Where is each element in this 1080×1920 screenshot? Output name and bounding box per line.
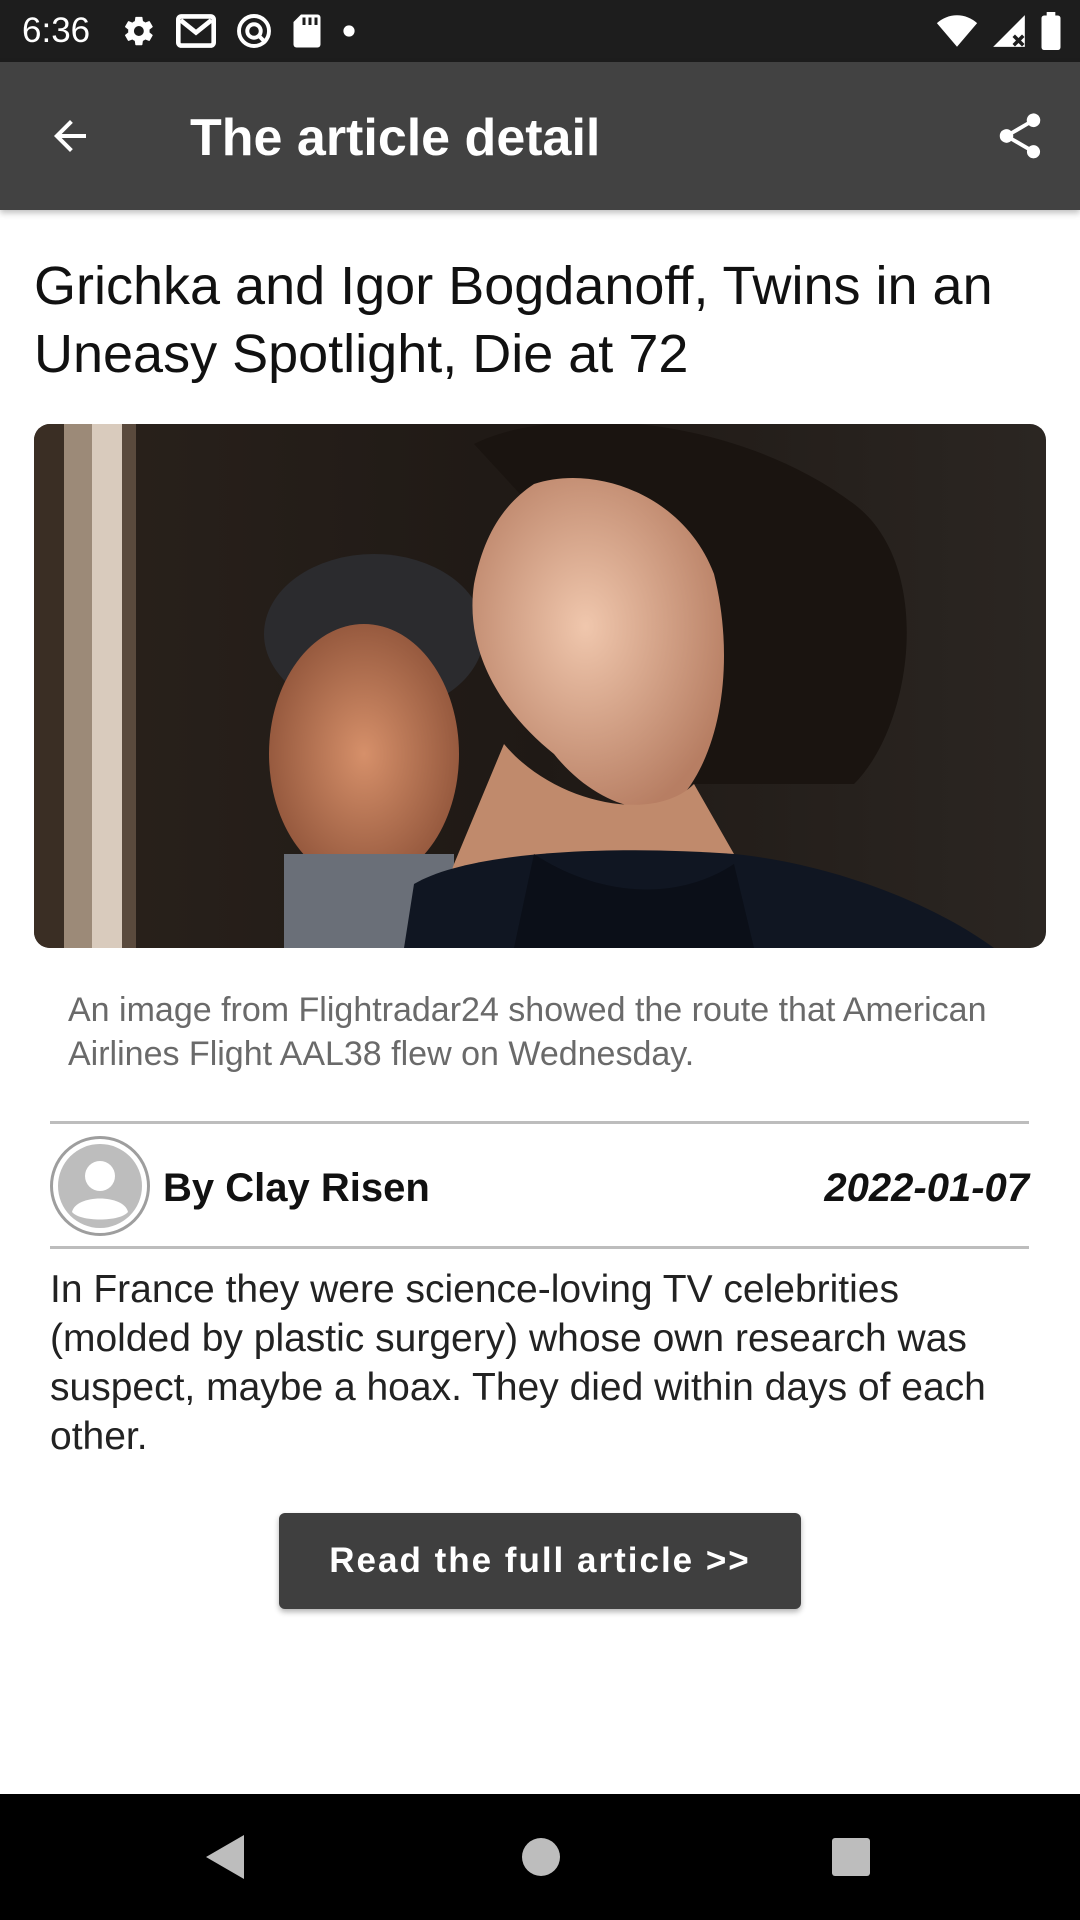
- gmail-icon: [176, 14, 216, 48]
- settings-icon: [122, 14, 156, 48]
- back-button[interactable]: [38, 106, 102, 170]
- wifi-icon: [936, 13, 978, 49]
- author-avatar: [50, 1136, 150, 1236]
- signal-icon: [990, 12, 1028, 50]
- nav-home-button[interactable]: [506, 1822, 576, 1892]
- share-button[interactable]: [988, 106, 1052, 170]
- share-icon: [993, 109, 1047, 168]
- status-bar: 6:36: [0, 0, 1080, 62]
- article-summary: In France they were science-loving TV ce…: [50, 1268, 986, 1458]
- sd-card-icon: [292, 13, 322, 49]
- article-image: [34, 424, 1046, 948]
- author-name: By Clay Risen: [163, 1166, 430, 1210]
- recents-square-icon: [832, 1838, 870, 1876]
- divider: [50, 1246, 1029, 1249]
- app-bar: The article detail: [0, 62, 1080, 210]
- navigation-bar: [0, 1794, 1080, 1920]
- article-title: Grichka and Igor Bogdanoff, Twins in an …: [34, 256, 993, 384]
- divider: [50, 1121, 1029, 1124]
- status-icons-right: [924, 10, 1062, 52]
- publish-date: 2022-01-07: [824, 1166, 1029, 1210]
- battery-icon: [1040, 12, 1062, 50]
- vpn-icon: [236, 13, 272, 49]
- user-placeholder-icon: [58, 1144, 142, 1228]
- image-caption: An image from Flightradar24 showed the r…: [68, 991, 987, 1073]
- nav-back-button[interactable]: [190, 1822, 260, 1892]
- status-icons-left: [122, 12, 376, 50]
- read-full-article-button[interactable]: Read the full article >>: [279, 1513, 801, 1609]
- status-time: 6:36: [22, 11, 91, 50]
- home-circle-icon: [522, 1838, 560, 1876]
- dot-icon: [342, 24, 356, 38]
- app-bar-title: The article detail: [190, 109, 601, 167]
- back-triangle-icon: [206, 1835, 244, 1879]
- arrow-back-icon: [46, 112, 94, 165]
- screen: 6:36 The article detail Grichka and Igor…: [0, 0, 1080, 1920]
- nav-recents-button[interactable]: [816, 1822, 886, 1892]
